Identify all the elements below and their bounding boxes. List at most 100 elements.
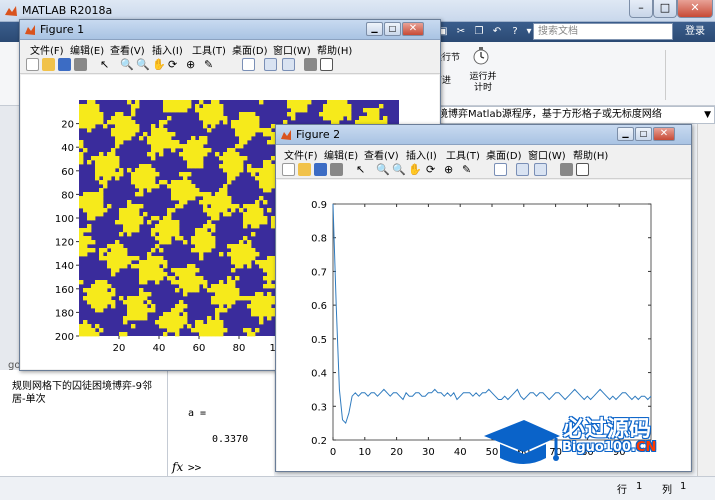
show-plot-tools-icon[interactable] xyxy=(320,58,333,71)
print-icon[interactable] xyxy=(330,163,343,176)
lattice-cell xyxy=(187,148,192,153)
lattice-cell xyxy=(123,316,128,321)
lattice-cell xyxy=(247,328,252,333)
window-title: MATLAB R2018a xyxy=(22,4,113,17)
lattice-cell xyxy=(147,260,152,265)
lattice-cell xyxy=(223,164,228,169)
lattice-cell xyxy=(211,296,216,301)
save-icon[interactable] xyxy=(58,58,71,71)
rotate-icon[interactable]: ⟳ xyxy=(168,58,181,71)
menu-view[interactable]: 查看(V) xyxy=(110,42,145,57)
colorbar-icon[interactable] xyxy=(516,163,529,176)
figure1-maximize-button[interactable]: □ xyxy=(384,22,401,36)
pan-icon[interactable]: ✋ xyxy=(152,58,166,71)
zoom-in-icon[interactable]: 🔍 xyxy=(120,58,134,71)
new-figure-icon[interactable] xyxy=(26,58,39,71)
figure2-maximize-button[interactable]: □ xyxy=(635,127,652,141)
lattice-cell xyxy=(171,276,176,281)
link-plot-icon[interactable] xyxy=(242,58,255,71)
lattice-cell xyxy=(243,132,248,137)
cut-icon[interactable]: ✂ xyxy=(452,23,470,40)
print-icon[interactable] xyxy=(74,58,87,71)
lattice-cell xyxy=(83,328,88,333)
lattice-cell xyxy=(195,320,200,325)
maximize-button[interactable]: □ xyxy=(653,0,677,18)
lattice-cell xyxy=(331,112,336,117)
zoom-out-icon[interactable]: 🔍 xyxy=(136,58,150,71)
pointer-icon[interactable]: ↖ xyxy=(100,58,113,71)
lattice-cell xyxy=(263,312,268,317)
menu-window[interactable]: 窗口(W) xyxy=(273,42,311,57)
search-input[interactable]: 搜索文档 xyxy=(533,23,673,40)
command-window[interactable] xyxy=(168,370,274,476)
lattice-cell xyxy=(267,312,272,317)
menu-file[interactable]: 文件(F) xyxy=(284,147,318,162)
vertical-scrollbar[interactable] xyxy=(697,124,715,476)
pan-icon[interactable]: ✋ xyxy=(408,163,422,176)
zoom-out-icon[interactable]: 🔍 xyxy=(392,163,406,176)
lattice-cell xyxy=(239,136,244,141)
lattice-cell xyxy=(203,196,208,201)
menu-help[interactable]: 帮助(H) xyxy=(573,147,608,162)
minimize-button[interactable]: – xyxy=(629,0,653,18)
menu-edit[interactable]: 编辑(E) xyxy=(324,147,358,162)
legend-icon[interactable] xyxy=(282,58,295,71)
figure1-minimize-button[interactable]: ▁ xyxy=(366,22,383,36)
data-cursor-icon[interactable]: ⊕ xyxy=(444,163,457,176)
lattice-cell xyxy=(123,208,128,213)
menu-desktop[interactable]: 桌面(D) xyxy=(232,42,268,57)
lattice-cell xyxy=(187,272,192,277)
menu-view[interactable]: 查看(V) xyxy=(364,147,399,162)
menu-insert[interactable]: 插入(I) xyxy=(152,42,183,57)
chevron-down-icon[interactable]: ▼ xyxy=(704,107,711,123)
menu-file[interactable]: 文件(F) xyxy=(30,42,64,57)
copy-icon[interactable]: ❐ xyxy=(470,23,488,40)
lattice-cell xyxy=(191,236,196,241)
lattice-cell xyxy=(267,180,272,185)
lattice-cell xyxy=(227,196,232,201)
hide-plot-tools-icon[interactable] xyxy=(560,163,573,176)
figure1-close-button[interactable]: ✕ xyxy=(402,22,424,36)
open-file-icon[interactable] xyxy=(298,163,311,176)
menu-desktop[interactable]: 桌面(D) xyxy=(486,147,522,162)
lattice-cell xyxy=(171,228,176,233)
command-prompt[interactable]: >> xyxy=(188,461,201,474)
figure2-minimize-button[interactable]: ▁ xyxy=(617,127,634,141)
rotate-icon[interactable]: ⟳ xyxy=(426,163,439,176)
menu-tools[interactable]: 工具(T) xyxy=(446,147,480,162)
lattice-cell xyxy=(151,276,156,281)
open-file-icon[interactable] xyxy=(42,58,55,71)
menu-edit[interactable]: 编辑(E) xyxy=(70,42,104,57)
colorbar-icon[interactable] xyxy=(264,58,277,71)
lattice-cell xyxy=(139,268,144,273)
lattice-cell xyxy=(243,116,248,121)
lattice-cell xyxy=(215,120,220,125)
hide-plot-tools-icon[interactable] xyxy=(304,58,317,71)
fx-icon[interactable]: fx xyxy=(172,460,183,474)
save-icon[interactable] xyxy=(314,163,327,176)
new-figure-icon[interactable] xyxy=(282,163,295,176)
legend-icon[interactable] xyxy=(534,163,547,176)
menu-window[interactable]: 窗口(W) xyxy=(528,147,566,162)
menu-tools[interactable]: 工具(T) xyxy=(192,42,226,57)
figure2-close-button[interactable]: ✕ xyxy=(653,127,675,141)
brush-icon[interactable]: ✎ xyxy=(462,163,475,176)
close-button[interactable]: ✕ xyxy=(677,0,713,18)
undo-icon[interactable]: ↶ xyxy=(488,23,506,40)
data-cursor-icon[interactable]: ⊕ xyxy=(186,58,199,71)
zoom-in-icon[interactable]: 🔍 xyxy=(376,163,390,176)
lattice-cell xyxy=(219,292,224,297)
brush-icon[interactable]: ✎ xyxy=(204,58,217,71)
run-and-time-button[interactable]: 运行并计时 xyxy=(468,72,498,94)
lattice-cell xyxy=(219,304,224,309)
menu-insert[interactable]: 插入(I) xyxy=(406,147,437,162)
menu-help[interactable]: 帮助(H) xyxy=(317,42,352,57)
pointer-icon[interactable]: ↖ xyxy=(356,163,369,176)
show-plot-tools-icon[interactable] xyxy=(576,163,589,176)
login-button[interactable]: 登录 xyxy=(678,22,712,41)
lattice-cell xyxy=(335,104,340,109)
lattice-cell xyxy=(183,156,188,161)
lattice-cell xyxy=(211,120,216,125)
editor-tab[interactable]: 境博弈Matlab源程序，基于方形格子或无标度网络 ▼ xyxy=(433,106,715,124)
link-plot-icon[interactable] xyxy=(494,163,507,176)
